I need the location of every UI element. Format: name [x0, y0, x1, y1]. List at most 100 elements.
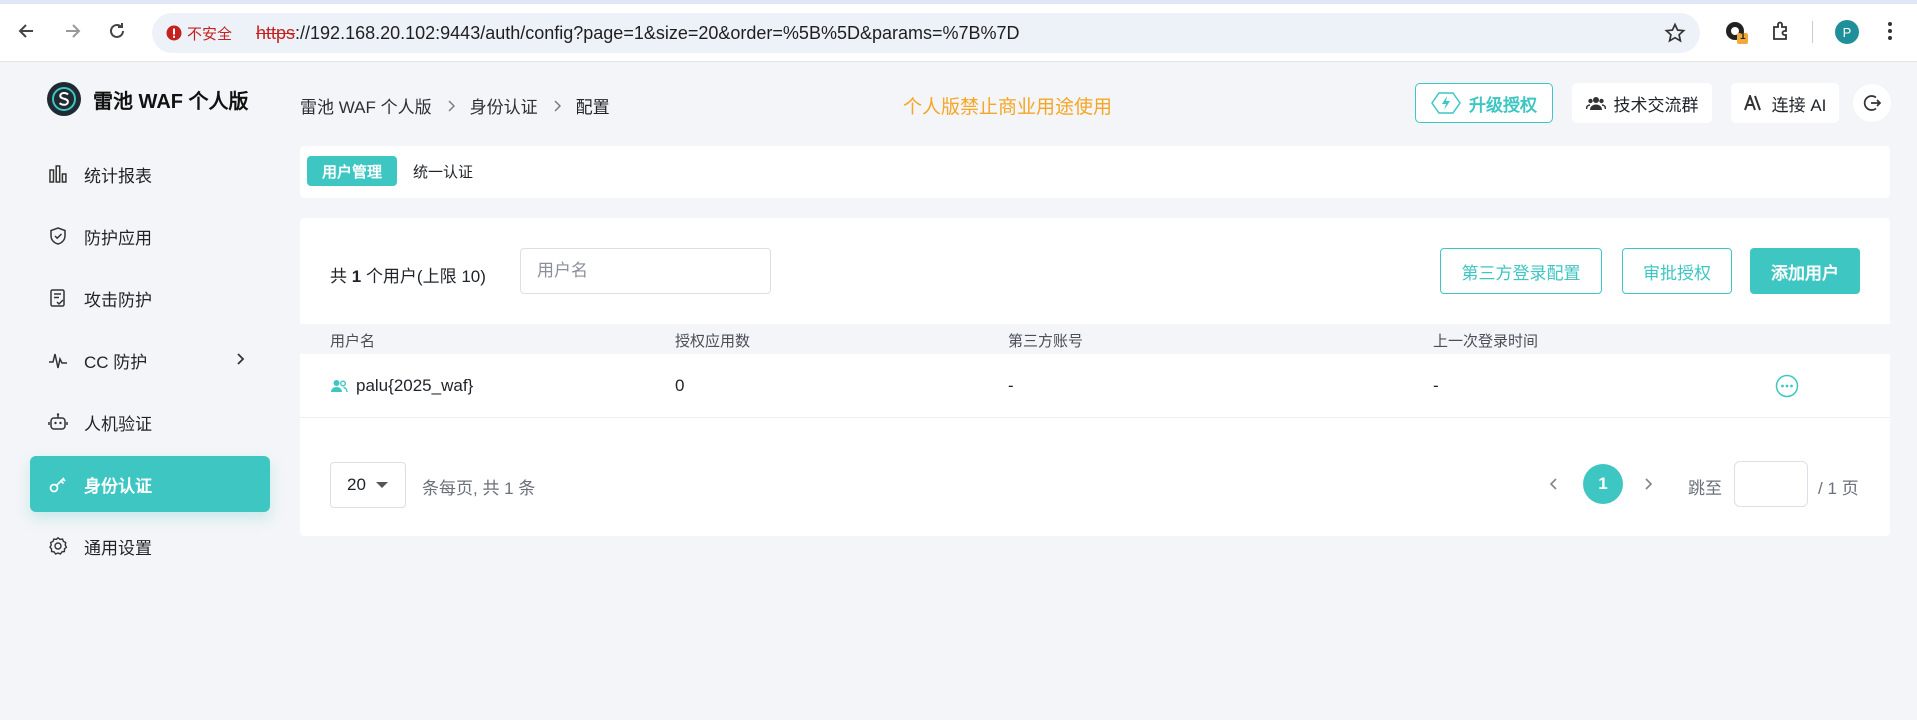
sidebar-item-authentication[interactable]: 身份认证 [30, 456, 270, 512]
approve-authorization-button[interactable]: 审批授权 [1622, 248, 1732, 294]
star-icon [1664, 22, 1686, 43]
safeline-logo-icon [47, 82, 81, 116]
document-check-icon [50, 289, 65, 307]
logout-icon [1863, 95, 1882, 111]
breadcrumb: 雷池 WAF 个人版 身份认证 配置 [300, 93, 610, 118]
bookmark-button[interactable] [1664, 22, 1686, 49]
third-party-login-config-button[interactable]: 第三方登录配置 [1440, 248, 1602, 294]
warning-icon [166, 25, 182, 41]
gear-icon [49, 536, 68, 555]
extension-button[interactable]: 1 [1724, 20, 1750, 51]
sidebar-item-attack-protection[interactable]: 攻击防护 [30, 270, 270, 326]
address-bar[interactable]: 不安全 https://192.168.20.102:9443/auth/con… [152, 13, 1700, 53]
breadcrumb-item-auth[interactable]: 身份认证 [470, 93, 538, 118]
ai-icon [1743, 95, 1761, 111]
chevron-right-icon [1645, 478, 1653, 490]
reload-button[interactable] [104, 18, 130, 44]
puzzle-icon [1773, 21, 1787, 40]
user-count-prefix: 共 [330, 267, 347, 286]
app-name: 雷池 WAF 个人版 [93, 90, 249, 113]
username-search-input[interactable] [520, 248, 771, 294]
user-management-panel: 共 1 个用户(上限 10) 第三方登录配置 审批授权 添加用户 用户名 授权应… [300, 218, 1890, 536]
kebab-menu-icon [1888, 22, 1892, 40]
key-icon [49, 477, 66, 493]
column-last-login: 上一次登录时间 [1433, 333, 1539, 350]
page-size-select[interactable]: 20 [330, 462, 406, 508]
insecure-label: 不安全 [187, 25, 233, 43]
security-indicator[interactable]: 不安全 [166, 23, 232, 43]
chevron-right-icon [237, 353, 245, 365]
prev-page-button[interactable] [1548, 476, 1560, 497]
chevron-right-icon [448, 100, 455, 111]
arrow-left-icon [18, 24, 33, 38]
community-group-button[interactable]: 技术交流群 [1572, 83, 1712, 123]
extension-logo-icon [1726, 22, 1748, 44]
connect-ai-label: 连接 AI [1771, 95, 1827, 115]
auth-tabs: 用户管理 统一认证 [300, 146, 1890, 198]
total-pages-label: / 1 页 [1818, 479, 1859, 498]
next-page-button[interactable] [1642, 476, 1654, 497]
sidebar-item-applications[interactable]: 防护应用 [30, 208, 270, 264]
page-size-value: 20 [347, 475, 366, 494]
sidebar-item-label: 攻击防护 [84, 290, 152, 310]
logout-button[interactable] [1853, 84, 1891, 122]
app-count: 0 [675, 376, 685, 395]
reload-icon [110, 23, 124, 38]
pagination-summary: 条每页, 共 1 条 [422, 479, 536, 498]
upgrade-license-label: 升级授权 [1469, 95, 1537, 115]
breadcrumb-item-home[interactable]: 雷池 WAF 个人版 [300, 93, 432, 118]
sidebar-item-label: 防护应用 [84, 228, 152, 248]
tab-unified-auth[interactable]: 统一认证 [398, 156, 488, 186]
arrow-right-icon [66, 24, 81, 38]
tab-user-management[interactable]: 用户管理 [307, 156, 398, 186]
user-cell: palu{2025_waf} [330, 376, 473, 396]
pulse-icon [49, 353, 67, 369]
sidebar-item-label: 身份认证 [84, 476, 152, 496]
sidebar-item-cc-protection[interactable]: CC 防护 [30, 332, 270, 388]
bar-chart-icon [49, 165, 67, 183]
users-icon [1585, 97, 1606, 110]
url-text[interactable]: https://192.168.20.102:9443/auth/config?… [256, 23, 1020, 43]
lightning-badge-icon [1431, 92, 1461, 114]
add-user-button[interactable]: 添加用户 [1750, 248, 1860, 294]
sidebar-item-label: CC 防护 [84, 352, 148, 372]
username: palu{2025_waf} [356, 376, 474, 395]
sidebar-item-settings[interactable]: 通用设置 [30, 518, 270, 574]
page-number-current[interactable]: 1 [1583, 464, 1623, 504]
sidebar-item-label: 统计报表 [84, 166, 152, 186]
robot-icon [48, 413, 68, 430]
column-username: 用户名 [330, 333, 376, 350]
user-count-value: 1 [351, 267, 362, 286]
browser-toolbar: 不安全 https://192.168.20.102:9443/auth/con… [0, 0, 1917, 62]
browser-menu-button[interactable] [1886, 20, 1894, 47]
back-button[interactable] [14, 18, 40, 44]
shield-icon [50, 227, 66, 245]
app-logo[interactable]: 雷池 WAF 个人版 [47, 82, 249, 116]
third-party-account: - [1008, 376, 1014, 395]
upgrade-license-button[interactable]: 升级授权 [1415, 83, 1553, 123]
jump-to-label: 跳至 [1688, 479, 1722, 498]
table-header: 用户名 授权应用数 第三方账号 上一次登录时间 [300, 324, 1890, 354]
breadcrumb-item-current: 配置 [575, 98, 610, 117]
last-login-time: - [1433, 376, 1439, 395]
sidebar-item-label: 通用设置 [84, 538, 152, 558]
url-scheme: https [256, 23, 296, 43]
user-count-suffix: 个用户(上限 10) [365, 267, 486, 286]
extensions-menu-button[interactable] [1770, 20, 1792, 47]
row-actions-button[interactable] [1775, 374, 1799, 403]
extension-badge: 1 [1740, 31, 1746, 42]
tab-strip-edge [0, 0, 1917, 4]
jump-to-page-input[interactable] [1734, 461, 1808, 507]
caret-down-icon [375, 482, 388, 488]
forward-button[interactable] [59, 18, 85, 44]
profile-avatar[interactable]: P [1835, 20, 1859, 44]
table-row: palu{2025_waf} 0 - - [300, 354, 1890, 418]
connect-ai-button[interactable]: 连接 AI [1731, 83, 1839, 123]
sidebar-item-statistics[interactable]: 统计报表 [30, 146, 270, 202]
community-group-label: 技术交流群 [1613, 95, 1699, 115]
chevron-right-icon [554, 100, 561, 111]
sidebar-item-captcha[interactable]: 人机验证 [30, 394, 270, 450]
column-third-party: 第三方账号 [1008, 333, 1084, 350]
url-rest: ://192.168.20.102:9443/auth/config?page=… [295, 23, 1020, 43]
chevron-left-icon [1549, 478, 1557, 490]
